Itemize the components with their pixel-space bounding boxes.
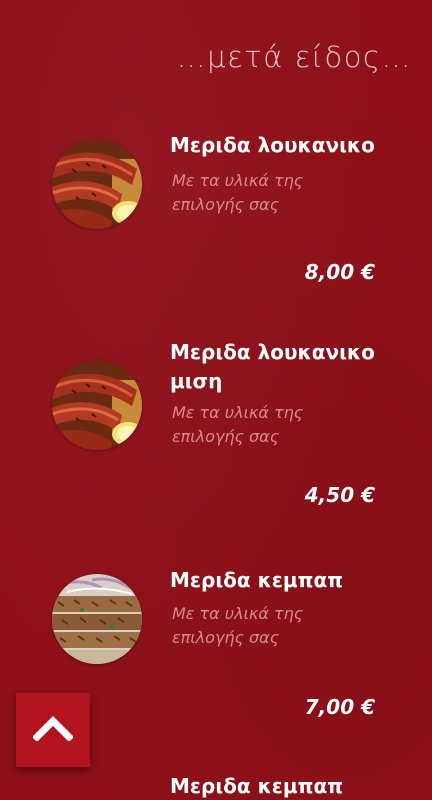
menu-list: Μεριδα λουκανικο Με τα υλικά της επιλογή…	[0, 0, 432, 800]
sausage-plate-icon	[52, 360, 142, 450]
item-price: 4,50 €	[304, 483, 375, 507]
kebab-plate-icon	[52, 574, 142, 664]
scroll-to-top-button[interactable]	[16, 693, 90, 767]
item-name: Μεριδα λουκανικο	[170, 133, 375, 157]
item-price: 7,00 €	[304, 695, 375, 719]
item-description: Με τα υλικά της επιλογής σας	[172, 171, 304, 214]
menu-item[interactable]: Μεριδα λουκανικο μιση Με τα υλικά της επ…	[0, 300, 432, 520]
item-description: Με τα υλικά της επιλογής σας	[172, 604, 304, 647]
sausage-plate-icon	[52, 139, 142, 229]
menu-item[interactable]: Μεριδα λουκανικο Με τα υλικά της επιλογή…	[0, 0, 432, 300]
item-name: Μεριδα λουκανικο μιση	[170, 340, 375, 393]
item-name: Μεριδα κεμπαπ	[170, 568, 344, 592]
item-price: 8,00 €	[304, 260, 375, 284]
item-name: Μεριδα κεμπαπ	[170, 774, 344, 798]
item-description: Με τα υλικά της επιλογής σας	[172, 403, 304, 446]
chevron-up-icon	[32, 715, 74, 745]
